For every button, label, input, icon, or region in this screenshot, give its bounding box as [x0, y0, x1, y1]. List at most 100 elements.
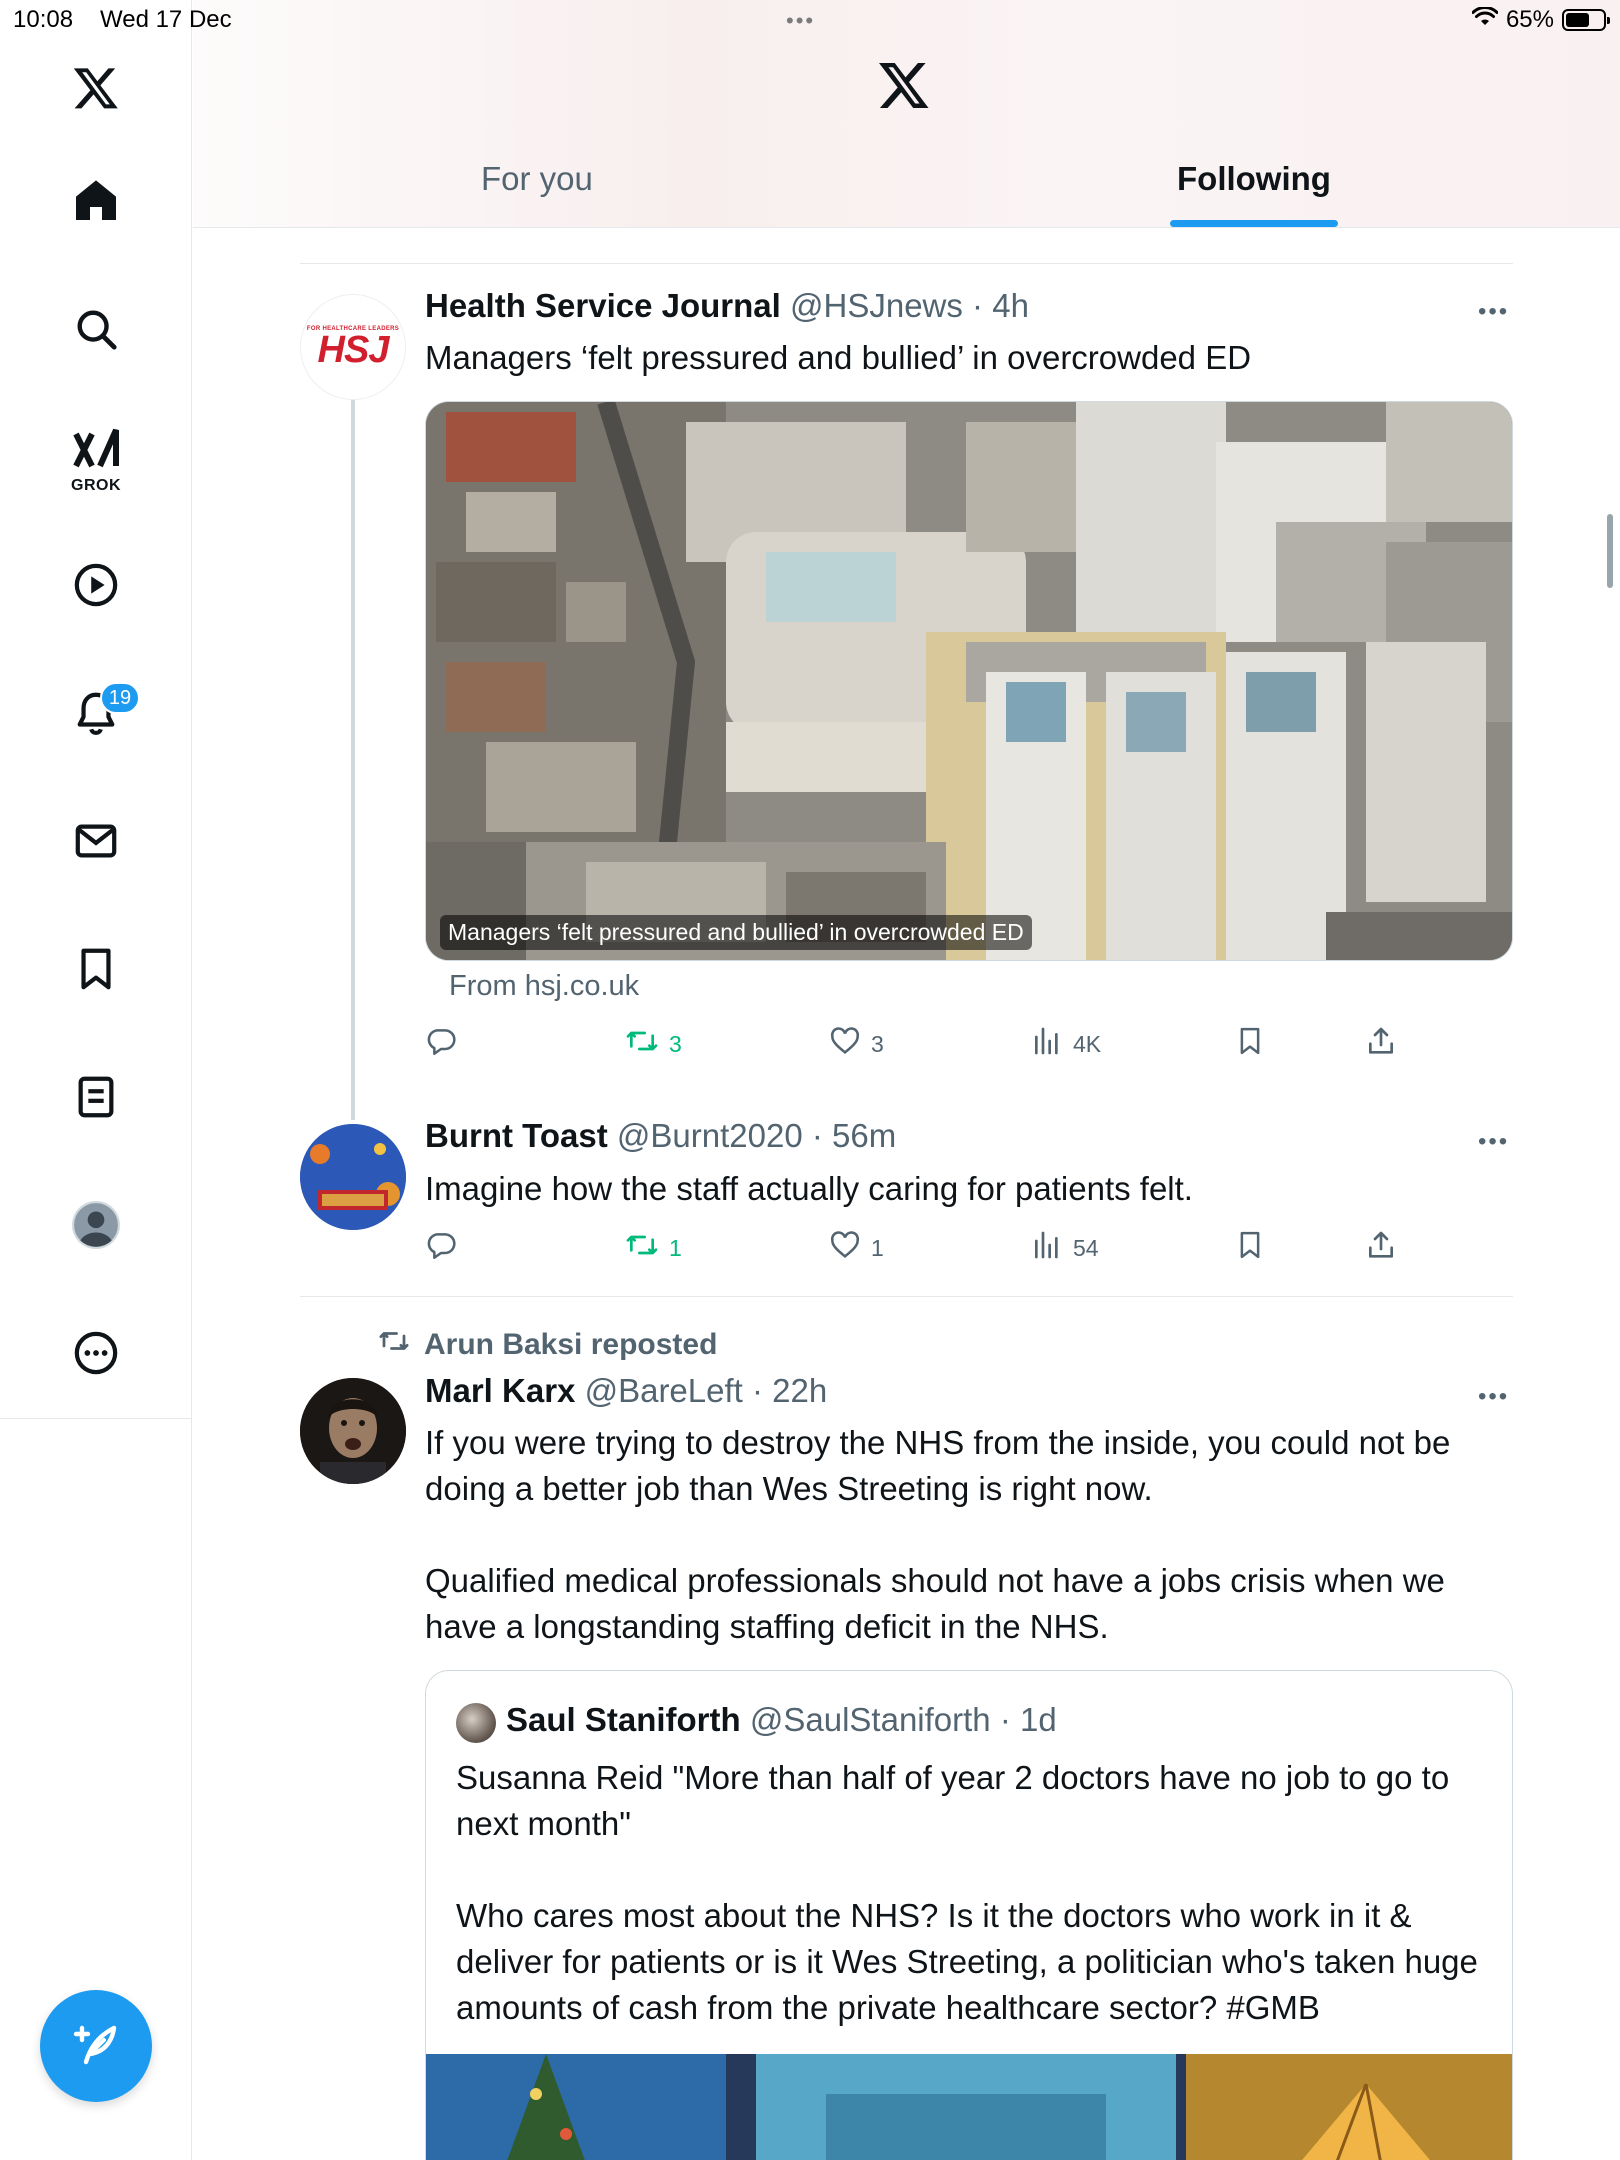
quote-tweet[interactable]: Saul Staniforth @SaulStaniforth · 1d Sus…: [425, 1670, 1513, 2160]
link-card-caption: Managers ‘felt pressured and bullied’ in…: [440, 915, 1032, 950]
author-name[interactable]: Burnt Toast: [425, 1117, 608, 1154]
like-button[interactable]: 1: [829, 1229, 884, 1267]
tweet-text-paragraph: Qualified medical professionals should n…: [425, 1562, 1445, 1645]
quote-author-handle: @SaulStaniforth: [749, 1701, 991, 1738]
reply-icon: [425, 1229, 457, 1267]
feed-divider: [300, 1296, 1513, 1297]
dot-separator: ·: [742, 1372, 773, 1409]
more-options-icon[interactable]: •••: [1478, 1383, 1509, 1411]
tab-following[interactable]: Following: [1177, 160, 1331, 198]
quote-video-thumbnail[interactable]: [426, 2054, 1512, 2160]
gmc-avatar-image: [300, 1124, 406, 1230]
status-date: Wed 17 Dec: [100, 6, 232, 33]
author-name[interactable]: Health Service Journal: [425, 287, 781, 324]
repost-icon: [378, 1326, 410, 1364]
reply-button[interactable]: [425, 1025, 467, 1063]
hsj-logo-text: HSJ: [317, 329, 390, 371]
sidebar-item-bookmarks[interactable]: [56, 931, 136, 1011]
author-handle[interactable]: @BareLeft: [585, 1372, 743, 1409]
scroll-indicator[interactable]: [1607, 514, 1613, 588]
sidebar-item-search[interactable]: [56, 291, 136, 371]
x-logo-icon[interactable]: [877, 58, 931, 117]
wifi-icon: [1471, 6, 1499, 34]
tab-active-indicator: [1170, 220, 1338, 227]
share-button[interactable]: [1365, 1025, 1397, 1063]
link-source[interactable]: From hsj.co.uk: [449, 970, 639, 1003]
views-chart-icon: [1031, 1229, 1063, 1267]
battery-fill: [1566, 13, 1589, 27]
grok-label: GROK: [71, 476, 121, 494]
avatar[interactable]: [300, 1124, 406, 1230]
bookmark-icon: [73, 946, 119, 997]
compose-feather-icon: [72, 2020, 120, 2073]
dot-separator: ·: [962, 287, 993, 324]
link-card-image[interactable]: Managers ‘felt pressured and bullied’ in…: [425, 401, 1513, 961]
heart-icon: [829, 1025, 861, 1063]
quote-avatar[interactable]: [456, 1703, 496, 1743]
tweet-actions: 1 1 54: [425, 1229, 1405, 1269]
quote-author-name: Saul Staniforth: [506, 1701, 741, 1738]
repost-icon: [625, 1025, 659, 1063]
tab-for-you[interactable]: For you: [481, 160, 593, 198]
compose-button[interactable]: [40, 1990, 152, 2102]
repost-button[interactable]: 3: [625, 1025, 682, 1063]
views-button[interactable]: 54: [1031, 1229, 1099, 1267]
sidebar-item-profile[interactable]: [56, 1187, 136, 1267]
views-count: 54: [1073, 1234, 1099, 1261]
sidebar-item-more[interactable]: [56, 1315, 136, 1395]
battery-icon: [1562, 9, 1610, 31]
share-button[interactable]: [1365, 1229, 1397, 1267]
like-count: 3: [871, 1030, 884, 1057]
sidebar-item-x-logo[interactable]: [56, 50, 136, 130]
sidebar-item-messages[interactable]: [56, 803, 136, 883]
repost-context: Arun Baksi reposted: [378, 1326, 717, 1364]
more-options-icon[interactable]: •••: [1478, 298, 1509, 326]
heart-icon: [829, 1229, 861, 1267]
like-count: 1: [871, 1234, 884, 1261]
more-circle-icon: [73, 1330, 119, 1381]
x-logo-icon: [72, 64, 120, 117]
reposted-by-label[interactable]: Arun Baksi reposted: [424, 1328, 717, 1362]
sidebar-item-home[interactable]: [56, 163, 136, 243]
battery-percent: 65%: [1505, 6, 1554, 33]
thread-connector: [351, 400, 355, 1120]
repost-button[interactable]: 1: [625, 1229, 682, 1267]
avatar[interactable]: FOR HEALTHCARE LEADERS HSJ: [300, 294, 406, 400]
search-icon: [73, 306, 119, 357]
marl-avatar-image: [300, 1378, 406, 1484]
sidebar-item-lists[interactable]: [56, 1059, 136, 1139]
repost-icon: [625, 1229, 659, 1267]
more-options-icon[interactable]: •••: [1478, 1128, 1509, 1156]
feed-divider: [300, 263, 1513, 264]
bookmark-button[interactable]: [1235, 1229, 1265, 1267]
notification-badge: 19: [100, 682, 140, 714]
views-count: 4K: [1073, 1030, 1102, 1057]
grok-icon: [72, 426, 120, 475]
sidebar-item-video[interactable]: [56, 547, 136, 627]
tweet-time[interactable]: 4h: [992, 287, 1029, 324]
tweet-header: Marl Karx @BareLeft · 22h: [425, 1372, 827, 1410]
reply-icon: [425, 1025, 457, 1063]
quote-header: Saul Staniforth @SaulStaniforth · 1d: [506, 1701, 1057, 1739]
avatar[interactable]: [300, 1378, 406, 1484]
author-handle[interactable]: @HSJnews: [790, 287, 963, 324]
sidebar-item-grok[interactable]: GROK: [56, 420, 136, 500]
reply-button[interactable]: [425, 1229, 467, 1267]
aerial-hospital-image: [426, 402, 1512, 960]
tweet-time[interactable]: 56m: [832, 1117, 896, 1154]
sidebar: GROK 19: [0, 0, 192, 2160]
tweet-time[interactable]: 22h: [772, 1372, 827, 1409]
author-handle[interactable]: @Burnt2020: [617, 1117, 803, 1154]
play-circle-icon: [73, 562, 119, 613]
bookmark-button[interactable]: [1235, 1025, 1265, 1063]
like-button[interactable]: 3: [829, 1025, 884, 1063]
tweet-text-paragraph: If you were trying to destroy the NHS fr…: [425, 1424, 1451, 1507]
multitasking-dots[interactable]: •••: [786, 8, 815, 34]
status-bar: 10:08 Wed 17 Dec ••• 65%: [0, 0, 1620, 40]
author-name[interactable]: Marl Karx: [425, 1372, 575, 1409]
envelope-icon: [73, 818, 119, 869]
repost-count: 1: [669, 1234, 682, 1261]
status-time: 10:08: [13, 6, 74, 33]
views-chart-icon: [1031, 1025, 1063, 1063]
views-button[interactable]: 4K: [1031, 1025, 1101, 1063]
